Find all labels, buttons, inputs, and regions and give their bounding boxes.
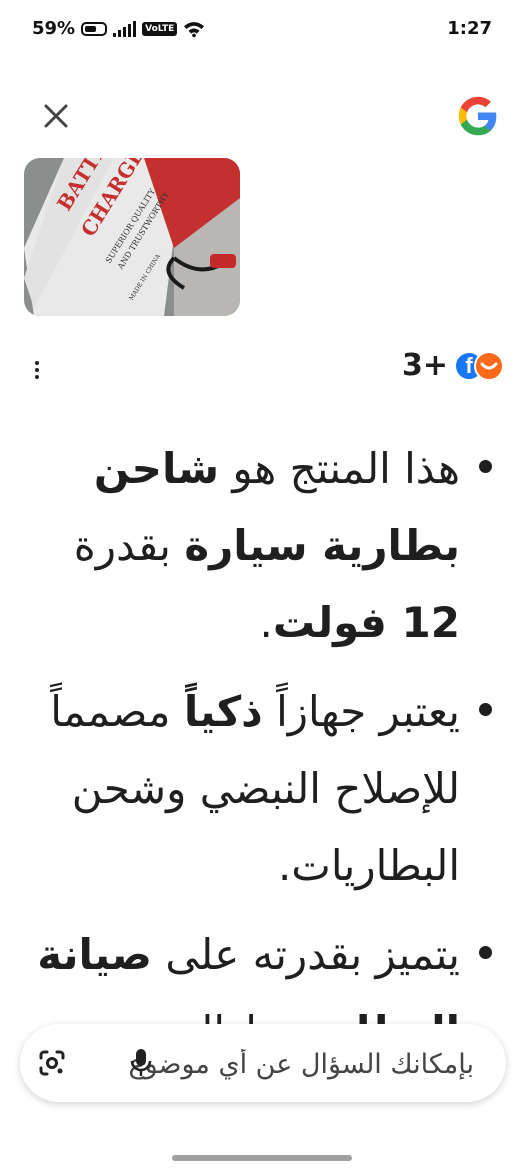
ask-bar [20, 1024, 506, 1102]
battery-fill [85, 25, 96, 32]
close-button[interactable] [36, 96, 76, 136]
home-indicator[interactable] [172, 1155, 352, 1161]
bullet-bold: 12 فولت [272, 598, 460, 647]
answer-bullet: يعتبر جهازاً ذكياً مصمماً للإصلاح النبضي… [20, 673, 496, 904]
product-image[interactable]: BATTERY CHARGER SUPERIOR QUALITY AND TRU… [24, 158, 240, 316]
microphone-icon[interactable] [130, 1048, 152, 1078]
more-dot-icon [35, 368, 39, 372]
answer-bullet: هذا المنتج هو شاحن بطارية سيارة بقدرة 12… [20, 430, 496, 661]
bullet-text: يتميز بقدرته على [152, 930, 460, 979]
source-icons: f [454, 349, 506, 383]
bullet-text: يعتبر جهازاً [262, 687, 460, 736]
ai-answer: هذا المنتج هو شاحن بطارية سيارة بقدرة 12… [20, 430, 496, 1082]
bullet-text: هذا المنتج هو [219, 444, 460, 493]
sources-count: 3+ [401, 348, 448, 383]
battery-percent: 59% [32, 18, 76, 39]
ask-input[interactable] [100, 1038, 476, 1090]
status-time: 1:27 [447, 18, 492, 39]
status-bar-left: 59% VoLTE [32, 18, 205, 39]
bullet-bold: ذكياً [183, 687, 263, 736]
more-dot-icon [35, 375, 39, 379]
google-lens-icon[interactable] [38, 1049, 66, 1077]
battery-icon [81, 21, 108, 36]
more-options-button[interactable] [26, 352, 48, 388]
bullet-text: بقدرة [73, 521, 185, 570]
close-icon [44, 104, 68, 128]
wifi-icon [184, 21, 205, 37]
sources-chip[interactable]: 3+ f [402, 348, 506, 383]
volte-badge: VoLTE [142, 21, 178, 36]
more-dot-icon [35, 361, 39, 365]
status-bar: 59% VoLTE 1:27 [0, 0, 526, 60]
google-logo-icon[interactable] [456, 94, 500, 138]
aliexpress-icon [474, 350, 504, 381]
bullet-text: . [259, 598, 273, 647]
signal-icon [113, 20, 137, 37]
